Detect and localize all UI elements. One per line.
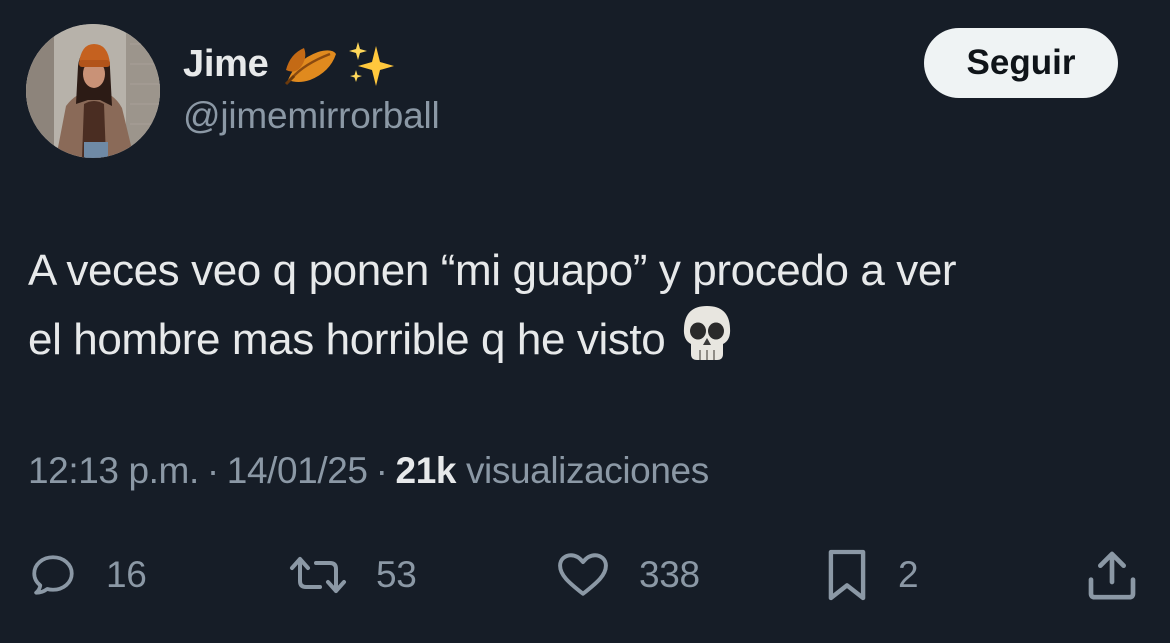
avatar[interactable] (26, 24, 160, 158)
name-emojis (282, 38, 398, 90)
share-icon (1088, 551, 1136, 600)
author-display-name[interactable]: Jime (183, 43, 269, 86)
repost-icon (290, 557, 346, 593)
bookmark-button[interactable]: 2 (824, 543, 919, 607)
bookmark-count: 2 (898, 554, 919, 595)
tweet-text-line-1: A veces veo q ponen “mi guapo” y procedo… (28, 246, 957, 295)
heart-icon (558, 553, 608, 596)
fallen-leaf-icon (285, 48, 337, 86)
tweet-text: A veces veo q ponen “mi guapo” y procedo… (28, 238, 1148, 383)
sparkles-icon (349, 42, 395, 86)
views-label: visualizaciones (465, 450, 709, 491)
reply-button[interactable]: 16 (28, 543, 147, 607)
tweet-text-line-2-wrap: el hombre mas horrible q he visto (28, 304, 1148, 383)
share-button[interactable] (1084, 543, 1140, 607)
meta-separator: · (206, 450, 219, 491)
avatar-photo (26, 24, 160, 158)
tweet-card: Jime @jimemirrorball Seguir A veces veo … (0, 0, 1170, 643)
tweet-meta: 12:13 p.m. · 14/01/25 · 21k visualizaciones (28, 450, 709, 492)
tweet-date[interactable]: 14/01/25 (227, 450, 368, 491)
views-count[interactable]: 21k (396, 450, 457, 491)
follow-button[interactable]: Seguir (924, 28, 1118, 98)
like-button[interactable]: 338 (555, 543, 700, 607)
reply-icon (32, 555, 74, 595)
skull-icon (681, 304, 733, 383)
reply-count: 16 (106, 554, 147, 595)
repost-count: 53 (376, 554, 417, 595)
bookmark-icon (828, 549, 866, 601)
tweet-text-line-2: el hombre mas horrible q he visto (28, 315, 666, 364)
author-name-row[interactable]: Jime (183, 38, 398, 90)
author-handle[interactable]: @jimemirrorball (183, 95, 440, 137)
repost-button[interactable]: 53 (288, 543, 417, 607)
like-count: 338 (639, 554, 700, 595)
meta-separator: · (375, 450, 388, 491)
tweet-time[interactable]: 12:13 p.m. (28, 450, 199, 491)
